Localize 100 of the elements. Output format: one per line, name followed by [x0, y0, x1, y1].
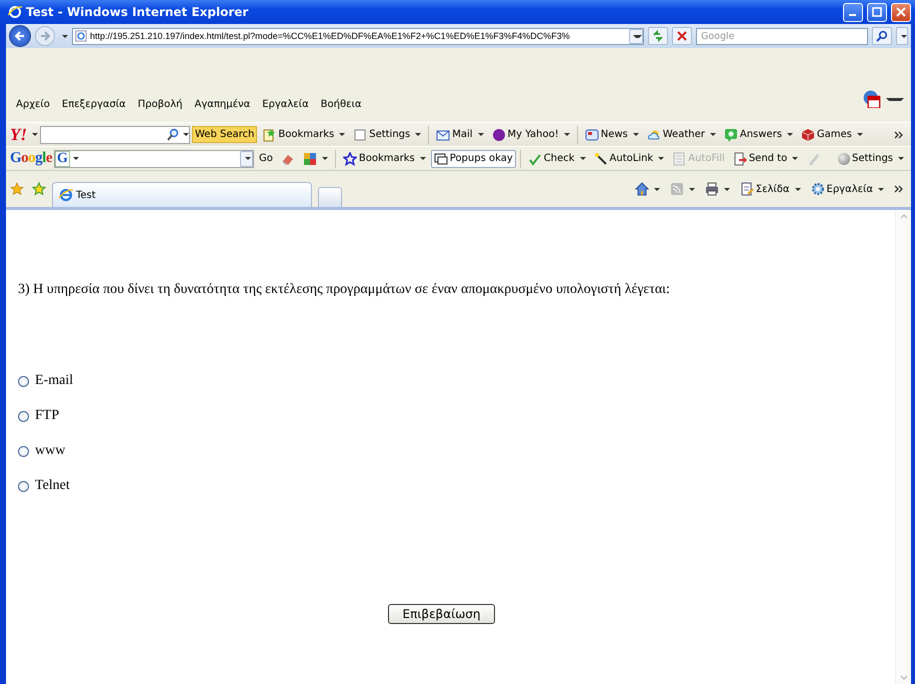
radio-button[interactable]: [18, 376, 29, 386]
toolbar-button[interactable]: Send to: [730, 150, 802, 168]
caret-icon: [415, 133, 422, 136]
close-button[interactable]: [891, 2, 911, 22]
add-favorite-icon: [32, 182, 46, 196]
toolbar-button[interactable]: Popups okay: [430, 150, 516, 168]
caret-icon: [898, 157, 904, 160]
maximize-button[interactable]: [867, 2, 887, 22]
profile-icon: [492, 128, 506, 142]
url-text: http://195.251.210.197/index.html/test.pl?mode=%CC%E1%ED%DF%EA%E1%F2+%C1%ED%E1%F3%F4%DC%F3%: [90, 31, 571, 41]
radio-button[interactable]: [18, 410, 29, 422]
menu-item[interactable]: Αρχείο: [10, 99, 56, 110]
ie-logo-icon: [59, 188, 73, 202]
caret-icon: [710, 133, 716, 136]
close-icon: [896, 7, 906, 17]
toolbar-button[interactable]: Answers: [720, 126, 796, 144]
scrollbar[interactable]: [895, 210, 911, 684]
caret-icon: [72, 157, 79, 160]
web-search-button[interactable]: Web Search: [192, 126, 258, 143]
wand-icon: [594, 152, 608, 166]
caret-icon: [478, 133, 484, 136]
search-options-button[interactable]: [896, 27, 908, 45]
search-field[interactable]: Google: [696, 28, 868, 44]
menu-item[interactable]: Αγαπημένα: [188, 99, 256, 110]
speech-bubble-icon: [724, 128, 738, 142]
window-title: Test - Windows Internet Explorer: [26, 5, 250, 19]
caret-icon: [633, 34, 642, 38]
pdf-globe-icon: [863, 90, 881, 108]
dropdown-button[interactable]: [240, 150, 254, 166]
form-icon: [672, 152, 686, 166]
command-button[interactable]: Εργαλεία: [808, 180, 887, 198]
toolbar-button[interactable]: Games: [798, 126, 866, 144]
toolbar-button[interactable]: Bookmarks: [340, 150, 429, 168]
chevron-icon: [894, 130, 904, 138]
menu-item[interactable]: Προβολή: [132, 99, 189, 110]
submit-button[interactable]: Επιβεβαίωση: [388, 604, 496, 624]
radio-button[interactable]: [18, 480, 29, 492]
minimize-button[interactable]: [843, 2, 863, 22]
forward-arrow-icon: [39, 30, 51, 42]
search-button[interactable]: [872, 27, 892, 45]
back-button[interactable]: [9, 25, 31, 47]
spellcheck-icon: [528, 152, 542, 166]
caret-icon: [792, 157, 798, 160]
stop-button[interactable]: [672, 27, 692, 45]
caret-icon: [183, 133, 189, 136]
toolbar-button[interactable]: News: [582, 126, 642, 144]
stop-icon: [677, 31, 687, 41]
toolbar-button[interactable]: AutoLink: [590, 150, 668, 168]
printer-icon: [704, 182, 719, 196]
option-label[interactable]: FTP: [35, 408, 60, 424]
google-logo[interactable]: Google: [10, 150, 52, 167]
command-button[interactable]: Σελίδα: [736, 180, 804, 198]
chevron-icon: [894, 185, 904, 193]
cloud-icon: [646, 128, 661, 142]
caret-icon: [632, 133, 639, 136]
caret-icon: [322, 157, 328, 160]
refresh-icon: [652, 30, 664, 42]
monitor-icon: [434, 152, 448, 166]
maximize-icon: [872, 7, 882, 17]
ie-page-icon: [75, 30, 87, 42]
send-page-icon: [732, 152, 747, 166]
option-label[interactable]: E-mail: [35, 373, 74, 389]
feed-icon: [670, 182, 684, 196]
toolbar-button[interactable]: Bookmarks: [259, 126, 348, 144]
dropdown-button[interactable]: [629, 28, 643, 44]
settings-button[interactable]: Settings: [834, 150, 907, 166]
scroll-up-icon: [900, 213, 908, 219]
address-field[interactable]: http://195.251.210.197/index.html/test.pl?mode=%CC%E1%ED%DF%EA%E1%F2+%C1%ED%E1%F3%F4%DC%F3%: [72, 28, 644, 44]
toolbar-button[interactable]: Check: [524, 150, 589, 168]
caret-icon: [564, 133, 570, 136]
menu-item[interactable]: Επεξεργασία: [56, 99, 132, 110]
envelope-icon: [436, 128, 450, 142]
page-icon: [740, 182, 754, 196]
toolbar-button[interactable]: Settings: [350, 126, 424, 144]
gear-icon: [810, 182, 825, 196]
go-button[interactable]: Go: [256, 151, 276, 166]
caret-icon: [580, 157, 586, 160]
menu-item[interactable]: Εργαλεία: [256, 99, 315, 110]
toolbar-button[interactable]: Weather: [644, 126, 719, 144]
search-icon: [166, 128, 180, 142]
yahoo-search-field[interactable]: [40, 126, 190, 144]
caret-icon: [688, 188, 695, 190]
menu-item[interactable]: Βοήθεια: [314, 99, 368, 110]
toolbar-button[interactable]: My Yahoo!: [488, 126, 573, 144]
refresh-button[interactable]: [648, 27, 668, 45]
cube-icon: [800, 128, 815, 142]
window-icon: [584, 128, 599, 142]
caret-icon: [794, 188, 801, 190]
browser-tab[interactable]: Test: [52, 182, 312, 207]
star-icon: [10, 182, 24, 196]
option-label[interactable]: www: [35, 443, 66, 459]
caret-icon: [856, 133, 863, 136]
radio-button[interactable]: [18, 446, 29, 456]
google-search-field[interactable]: G: [54, 150, 254, 168]
yahoo-logo[interactable]: Y!: [10, 124, 27, 144]
g-button[interactable]: G: [55, 150, 70, 166]
option-label[interactable]: Telnet: [35, 478, 70, 494]
caret-icon: [724, 188, 730, 190]
toolbar-button[interactable]: Mail: [433, 126, 487, 144]
back-arrow-icon: [14, 30, 26, 42]
